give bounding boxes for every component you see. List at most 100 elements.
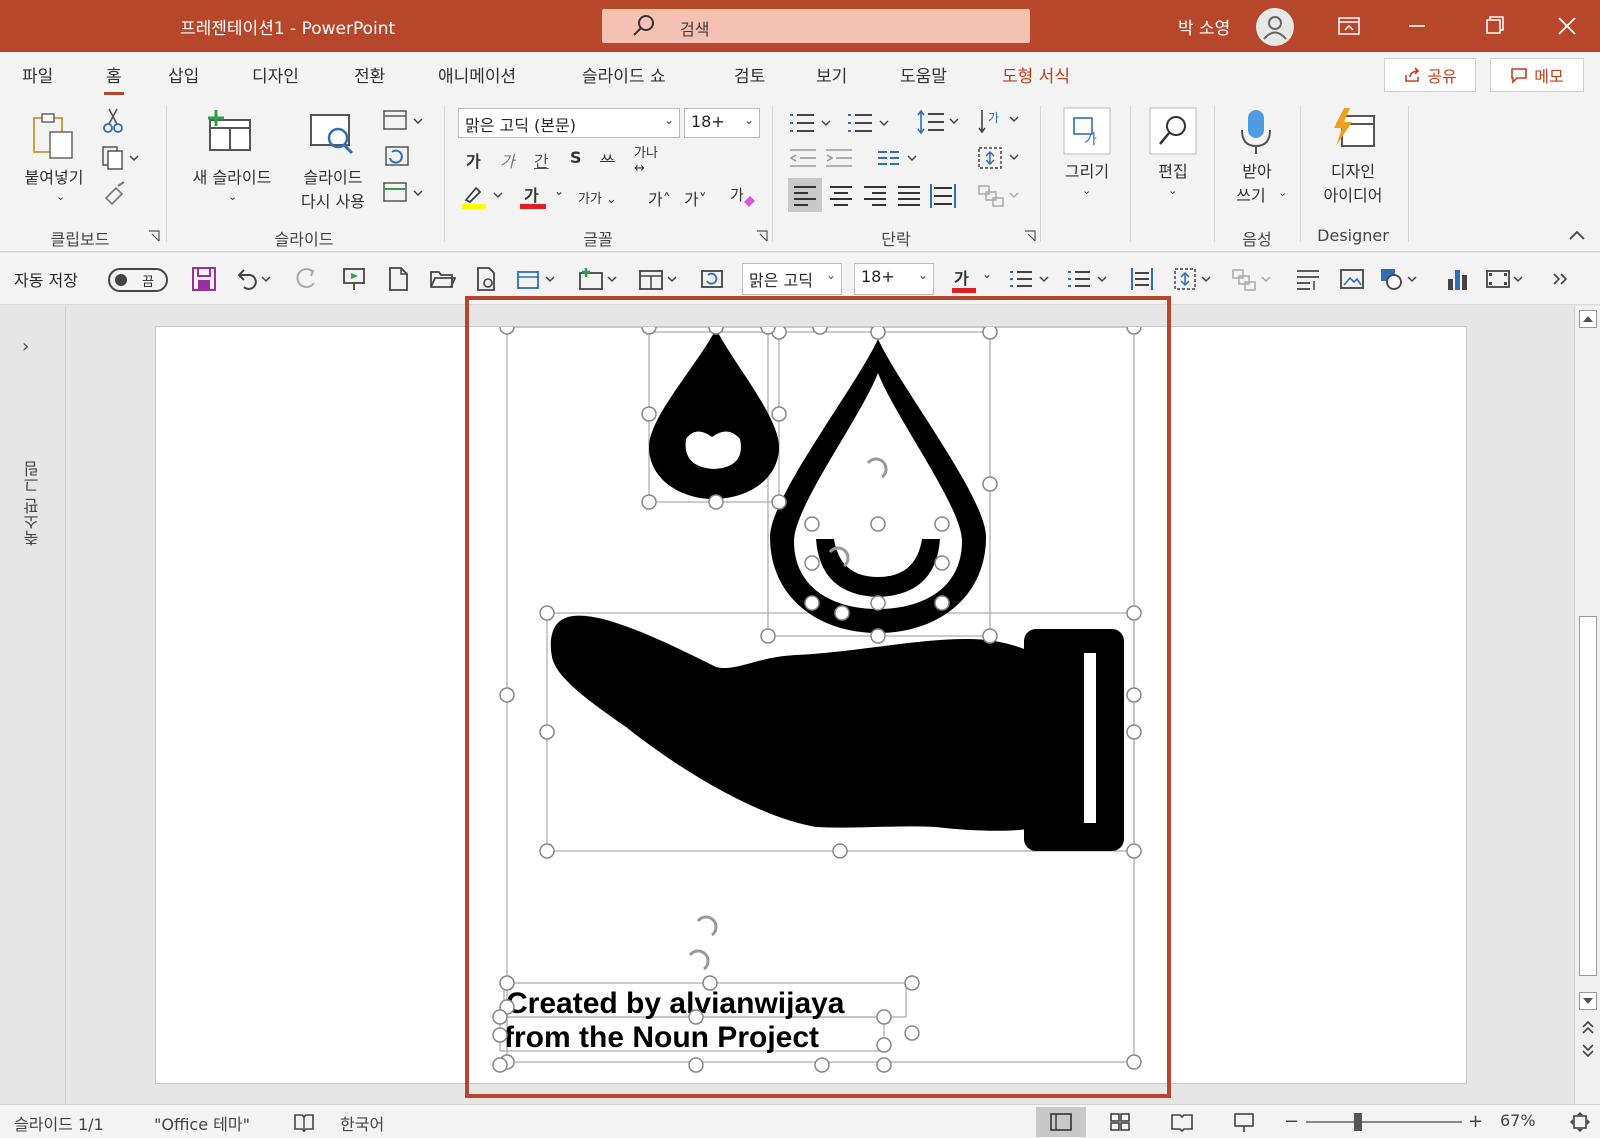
tab-design[interactable]: 디자인 [252,62,299,87]
columns-icon[interactable] [876,146,922,170]
font-name-combo[interactable]: 맑은 고딕 (본문) ⌄ [458,108,680,138]
dictate-button[interactable]: 받아 쓰기 ⌄ [1222,104,1292,214]
font-size-combo[interactable]: 18+ ⌄ [684,108,760,138]
editing-button[interactable]: 편집 ⌄ [1138,104,1208,214]
fit-to-window-icon[interactable] [1568,1111,1592,1133]
tab-review[interactable]: 검토 [734,62,765,87]
align-right-icon[interactable] [858,178,892,212]
tab-view[interactable]: 보기 [816,62,847,87]
tab-insert[interactable]: 삽입 [168,62,199,87]
expand-thumbnails-icon[interactable]: › [22,336,29,357]
qat-shapes-icon[interactable] [1378,265,1424,293]
vertical-scrollbar[interactable] [1574,306,1600,1104]
numbering-icon[interactable] [846,110,894,136]
reset-icon[interactable] [382,144,410,170]
cut-icon[interactable] [100,106,126,134]
user-name[interactable]: 박 소영 [1178,14,1230,39]
zoom-in-icon[interactable]: + [1468,1111,1483,1132]
text-direction-icon[interactable]: 가 [976,106,1024,136]
paragraph-launcher-icon[interactable] [1024,230,1036,242]
qat-bullets-icon[interactable] [1008,265,1056,293]
collapse-ribbon-icon[interactable] [1568,228,1586,242]
qat-smartart-icon[interactable] [1230,265,1276,293]
scroll-up-icon[interactable] [1579,310,1597,328]
shadow-icon[interactable]: S [570,148,582,167]
font-color-button[interactable]: 가 ⌄ [520,182,568,212]
insert-slide-icon[interactable] [576,265,622,293]
tab-transitions[interactable]: 전환 [354,62,385,87]
char-spacing-icon[interactable]: 가나 ↔ [634,142,658,176]
share-button[interactable]: 공유 [1384,58,1476,92]
close-icon[interactable] [1544,9,1590,43]
layout-icon[interactable] [382,108,426,134]
reset-qat-icon[interactable] [698,265,726,293]
strikethrough-icon[interactable]: ᄊ [600,148,615,172]
justify-icon[interactable] [892,178,926,212]
qat-video-icon[interactable] [1484,265,1530,293]
highlight-icon[interactable] [460,182,506,210]
align-left-button[interactable] [788,178,822,212]
increase-indent-icon[interactable] [824,146,854,170]
previous-slide-icon[interactable] [1579,1018,1597,1036]
italic-icon[interactable]: 가 [500,148,515,172]
print-preview-icon[interactable] [472,265,500,293]
slideshow-icon[interactable] [1232,1111,1256,1133]
qat-distributed-icon[interactable] [1128,265,1156,293]
redo-icon[interactable] [292,265,320,293]
tab-slideshow[interactable]: 슬라이드 쇼 [582,62,666,87]
present-from-start-icon[interactable] [340,265,368,293]
new-file-icon[interactable] [384,265,412,293]
format-painter-icon[interactable] [100,180,128,208]
search-box[interactable]: 검색 [602,9,1030,43]
undo-icon[interactable] [234,265,274,293]
font-launcher-icon[interactable] [756,230,768,242]
line-spacing-icon[interactable] [916,108,964,136]
autosave-toggle[interactable]: 끔 [108,268,168,292]
language[interactable]: 한국어 [340,1111,384,1135]
decrease-indent-icon[interactable] [788,146,818,170]
ribbon-display-icon[interactable] [1326,9,1372,43]
change-case-icon[interactable]: 가가 ⌄ [578,188,617,207]
smartart-icon[interactable] [976,182,1024,210]
section-icon[interactable] [382,180,426,206]
align-text-icon[interactable] [976,144,1024,172]
qat-size-combo[interactable]: 18+ ⌄ [854,263,934,295]
layout-qat-icon[interactable] [636,265,682,293]
shape-icon[interactable] [514,265,560,293]
qat-align-text-icon[interactable] [1172,265,1218,293]
zoom-out-icon[interactable]: − [1284,1111,1299,1132]
new-slide-button[interactable]: 새 슬라이드 ⌄ [180,106,284,214]
copy-icon[interactable] [100,144,140,172]
clear-format-icon[interactable]: 가 [728,182,758,212]
tab-file[interactable]: 파일 [22,62,53,87]
align-center-icon[interactable] [824,178,858,212]
design-ideas-button[interactable]: 디자인 아이디어 [1306,104,1400,214]
open-folder-icon[interactable] [428,265,456,293]
increase-font-icon[interactable]: 가˄ [648,186,671,210]
clipboard-launcher-icon[interactable] [148,230,160,242]
reading-view-icon[interactable] [1170,1111,1194,1133]
zoom-slider[interactable] [1306,1121,1462,1123]
distributed-icon[interactable] [926,178,960,212]
qat-numbering-icon[interactable] [1066,265,1114,293]
qat-picture-icon[interactable] [1338,265,1366,293]
minimize-icon[interactable] [1394,9,1440,43]
tab-help[interactable]: 도움말 [900,62,947,87]
tab-shape-format[interactable]: 도형 서식 [1002,62,1070,87]
scroll-down-icon[interactable] [1579,992,1597,1010]
normal-view-button[interactable] [1036,1107,1086,1137]
paste-button[interactable]: 붙여넣기 ⌄ [12,106,92,214]
reuse-slides-button[interactable]: 슬라이드 다시 사용 [288,106,378,214]
bullets-icon[interactable] [788,110,836,136]
accessibility-icon[interactable] [292,1111,316,1133]
underline-icon[interactable]: 간 [534,148,549,172]
zoom-level[interactable]: 67% [1500,1111,1536,1130]
qat-font-combo[interactable]: 맑은 고딕 ⌄ [742,263,842,295]
more-commands-icon[interactable] [1546,265,1574,293]
restore-icon[interactable] [1472,9,1518,43]
avatar[interactable] [1256,8,1294,46]
save-icon[interactable] [190,265,218,293]
drawing-button[interactable]: 가 그리기 ⌄ [1050,104,1124,214]
zoom-slider-thumb[interactable] [1354,1113,1362,1131]
qat-font-color-button[interactable]: 가 ⌄ [950,263,996,297]
